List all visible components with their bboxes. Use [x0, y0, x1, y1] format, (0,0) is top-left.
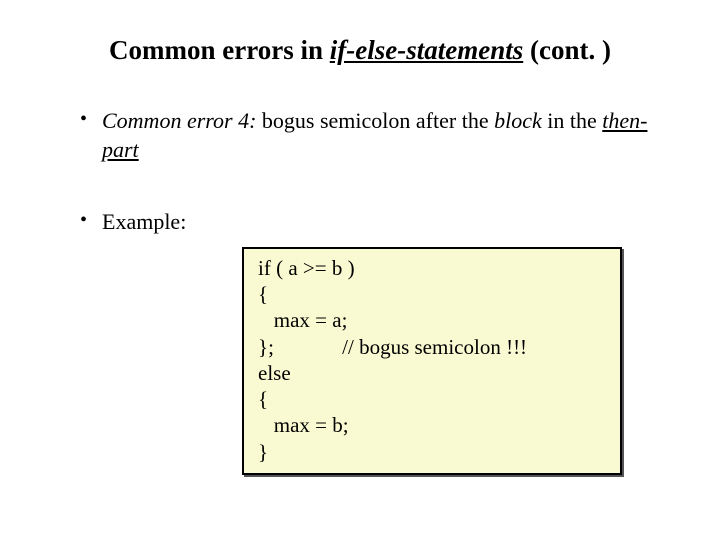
code-line-7: max = b; — [258, 413, 349, 437]
bullet-error-description: Common error 4: bogus semicolon after th… — [80, 106, 668, 165]
code-line-1: if ( a >= b ) — [258, 256, 355, 280]
slide-title: Common errors in if-else-statements (con… — [52, 34, 668, 68]
code-line-3: max = a; — [258, 308, 347, 332]
code-line-2: { — [258, 282, 268, 306]
error-text-1: bogus semicolon after the — [256, 108, 494, 133]
error-label: Common error 4: — [102, 108, 256, 133]
code-line-6: { — [258, 387, 268, 411]
title-topic: if-else-statements — [330, 35, 523, 65]
code-line-5: else — [258, 361, 291, 385]
code-line-8: } — [258, 440, 268, 464]
error-text-block: block — [494, 108, 542, 133]
code-line-4: }; // bogus semicolon !!! — [258, 335, 527, 359]
title-prefix: Common errors in — [109, 35, 330, 65]
title-suffix: (cont. ) — [523, 35, 611, 65]
bullet-list: Common error 4: bogus semicolon after th… — [80, 106, 668, 475]
bullet-example: Example: if ( a >= b ) { max = a; }; // … — [80, 207, 668, 475]
code-example: if ( a >= b ) { max = a; }; // bogus sem… — [242, 247, 622, 475]
slide: Common errors in if-else-statements (con… — [0, 0, 720, 540]
example-label: Example: — [102, 209, 186, 234]
error-text-2: in the — [542, 108, 603, 133]
codebox-container: if ( a >= b ) { max = a; }; // bogus sem… — [242, 247, 622, 475]
